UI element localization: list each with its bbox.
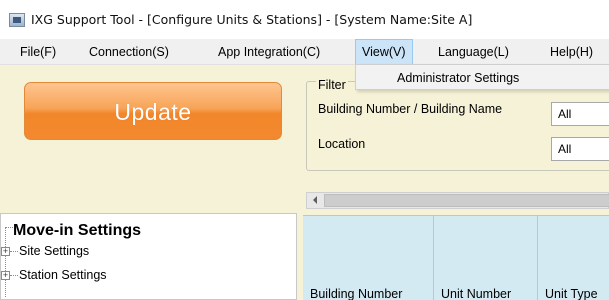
- window-title: IXG Support Tool - [Configure Units & St…: [31, 12, 473, 27]
- column-header-unit-type[interactable]: Unit Type: [538, 216, 609, 300]
- location-filter-label: Location: [318, 137, 366, 151]
- expand-plus-icon[interactable]: +: [1, 271, 10, 280]
- building-filter-label: Building Number / Building Name: [318, 102, 503, 116]
- column-header-label: Building Number: [310, 287, 403, 300]
- settings-tree: Move-in Settings + Site Settings + Stati…: [0, 213, 297, 300]
- app-icon: [9, 12, 25, 27]
- tree-connector: [10, 275, 18, 276]
- column-header-label: Unit Type: [545, 287, 598, 300]
- tree-root-move-in-settings[interactable]: Move-in Settings: [13, 222, 141, 240]
- location-filter-select[interactable]: All: [551, 137, 609, 161]
- menu-connection[interactable]: Connection(S): [89, 39, 169, 65]
- column-header-unit-number[interactable]: Unit Number: [434, 216, 538, 300]
- main-content: Update Filter Building Number / Building…: [0, 65, 609, 300]
- scrollbar-thumb[interactable]: [324, 194, 609, 207]
- menu-file[interactable]: File(F): [20, 39, 56, 65]
- building-filter-select[interactable]: All: [551, 102, 609, 126]
- column-header-label: Unit Number: [441, 287, 512, 300]
- menu-app-integration[interactable]: App Integration(C): [218, 39, 320, 65]
- tree-connector: [10, 251, 18, 252]
- column-header-building-number[interactable]: Building Number: [303, 216, 434, 300]
- menu-language[interactable]: Language(L): [438, 39, 509, 65]
- expand-plus-icon[interactable]: +: [1, 247, 10, 256]
- horizontal-scrollbar[interactable]: [306, 192, 609, 209]
- units-grid: Building Number Unit Number Unit Type: [303, 215, 609, 300]
- menu-item-administrator-settings[interactable]: Administrator Settings: [397, 65, 519, 91]
- scroll-left-icon[interactable]: [313, 196, 317, 204]
- update-button[interactable]: Update: [24, 82, 282, 140]
- menu-bar: File(F) Connection(S) App Integration(C)…: [0, 39, 609, 65]
- tree-connector: [5, 227, 6, 297]
- menu-help[interactable]: Help(H): [550, 39, 593, 65]
- view-menu-dropdown: Administrator Settings: [355, 64, 609, 90]
- menu-view[interactable]: View(V): [355, 39, 413, 65]
- title-bar: IXG Support Tool - [Configure Units & St…: [0, 0, 609, 39]
- tree-connector: [5, 227, 13, 228]
- tree-item-site-settings[interactable]: Site Settings: [19, 244, 89, 258]
- tree-item-station-settings[interactable]: Station Settings: [19, 268, 107, 282]
- filter-legend: Filter: [316, 78, 348, 92]
